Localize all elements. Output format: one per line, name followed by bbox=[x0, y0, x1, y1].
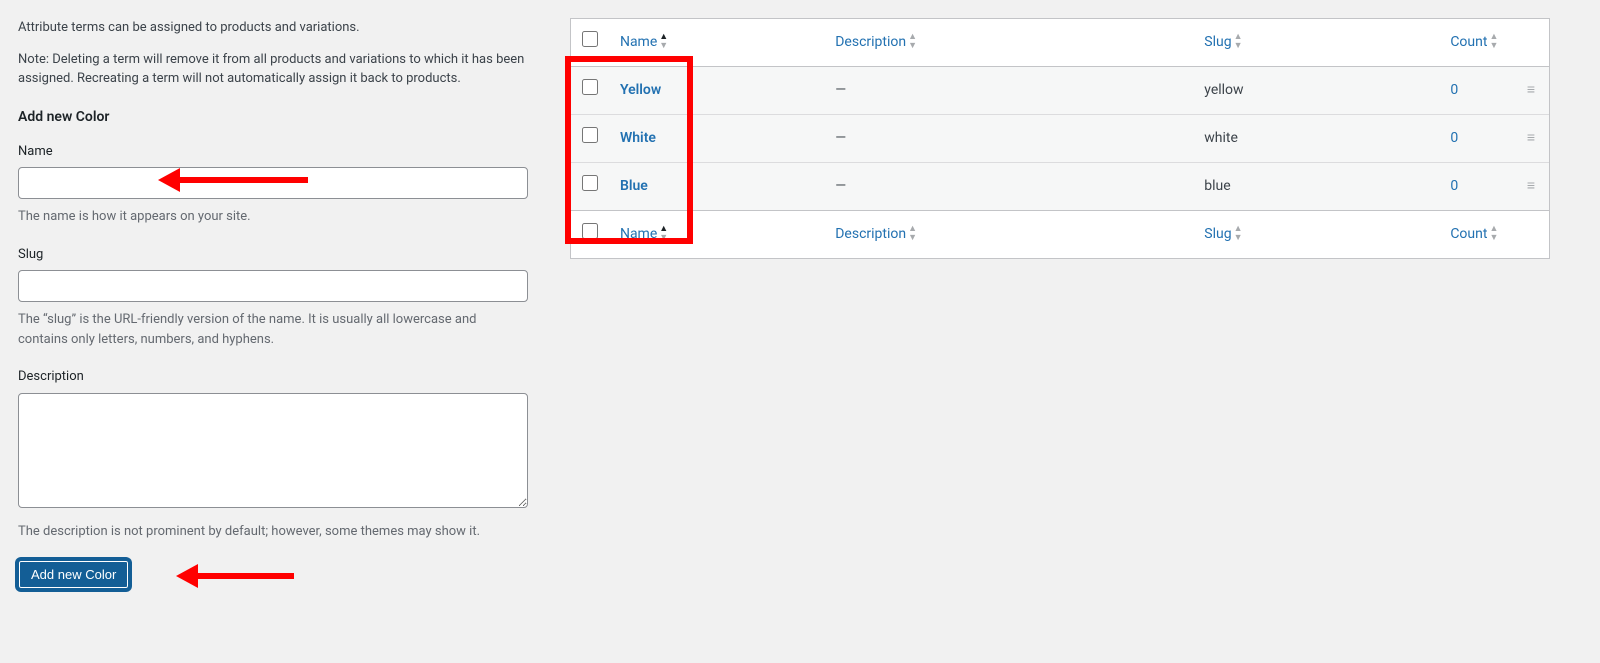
slug-label: Slug bbox=[18, 245, 528, 265]
term-slug: white bbox=[1194, 114, 1440, 162]
add-term-form-panel: Attribute terms can be assigned to produ… bbox=[18, 18, 528, 589]
sort-icon: ▲▼ bbox=[1234, 33, 1243, 51]
term-description: — bbox=[825, 162, 1194, 210]
term-count-link[interactable]: 0 bbox=[1450, 178, 1458, 194]
drag-handle-icon[interactable]: ≡ bbox=[1527, 178, 1535, 194]
drag-handle-icon[interactable]: ≡ bbox=[1527, 82, 1535, 98]
slug-help: The “slug” is the URL-friendly version o… bbox=[18, 310, 528, 349]
add-new-heading: Add new Color bbox=[18, 107, 528, 128]
term-description: — bbox=[825, 67, 1194, 114]
select-all-bottom-checkbox[interactable] bbox=[582, 223, 598, 239]
sort-icon: ▲▼ bbox=[908, 33, 917, 51]
intro-text-1: Attribute terms can be assigned to produ… bbox=[18, 18, 528, 38]
row-checkbox[interactable] bbox=[582, 175, 598, 191]
term-count-link[interactable]: 0 bbox=[1450, 130, 1458, 146]
slug-field-wrap: Slug The “slug” is the URL-friendly vers… bbox=[18, 245, 528, 350]
sort-icon: ▲▼ bbox=[659, 225, 668, 243]
name-field-wrap: Name The name is how it appears on your … bbox=[18, 142, 528, 227]
term-name-link[interactable]: White bbox=[620, 130, 656, 146]
terms-table-panel: Name▲▼ Description▲▼ Slug▲▼ Count▲▼ Yell… bbox=[570, 18, 1600, 259]
col-header-slug-top[interactable]: Slug▲▼ bbox=[1204, 34, 1242, 50]
col-header-count-top[interactable]: Count▲▼ bbox=[1450, 34, 1498, 50]
drag-handle-icon[interactable]: ≡ bbox=[1527, 130, 1535, 146]
description-label: Description bbox=[18, 367, 528, 387]
sort-icon: ▲▼ bbox=[908, 225, 917, 243]
name-label: Name bbox=[18, 142, 528, 162]
col-header-slug-bottom[interactable]: Slug▲▼ bbox=[1204, 226, 1242, 242]
name-input[interactable] bbox=[18, 167, 528, 199]
intro-text-2: Note: Deleting a term will remove it fro… bbox=[18, 50, 528, 89]
term-slug: yellow bbox=[1194, 67, 1440, 114]
sort-icon: ▲▼ bbox=[1489, 33, 1498, 51]
term-description: — bbox=[825, 114, 1194, 162]
slug-input[interactable] bbox=[18, 270, 528, 302]
term-name-link[interactable]: Yellow bbox=[620, 82, 661, 98]
table-row: White — white 0 ≡ bbox=[571, 114, 1549, 162]
description-textarea[interactable] bbox=[18, 393, 528, 508]
col-header-description-bottom[interactable]: Description▲▼ bbox=[835, 226, 917, 242]
term-count-link[interactable]: 0 bbox=[1450, 82, 1458, 98]
sort-icon: ▲▼ bbox=[1234, 225, 1243, 243]
description-field-wrap: Description The description is not promi… bbox=[18, 367, 528, 542]
table-row: Blue — blue 0 ≡ bbox=[571, 162, 1549, 210]
sort-icon: ▲▼ bbox=[659, 33, 668, 51]
term-name-link[interactable]: Blue bbox=[620, 178, 648, 194]
col-header-name-bottom[interactable]: Name▲▼ bbox=[620, 226, 668, 242]
col-header-name-top[interactable]: Name▲▼ bbox=[620, 34, 668, 50]
col-header-count-bottom[interactable]: Count▲▼ bbox=[1450, 226, 1498, 242]
term-slug: blue bbox=[1194, 162, 1440, 210]
name-help: The name is how it appears on your site. bbox=[18, 207, 528, 227]
col-header-description-top[interactable]: Description▲▼ bbox=[835, 34, 917, 50]
sort-icon: ▲▼ bbox=[1489, 225, 1498, 243]
table-row: Yellow — yellow 0 ≡ bbox=[571, 67, 1549, 114]
description-help: The description is not prominent by defa… bbox=[18, 522, 528, 542]
row-checkbox[interactable] bbox=[582, 79, 598, 95]
add-new-color-button[interactable]: Add new Color bbox=[18, 560, 129, 589]
select-all-top-checkbox[interactable] bbox=[582, 31, 598, 47]
terms-table: Name▲▼ Description▲▼ Slug▲▼ Count▲▼ Yell… bbox=[570, 18, 1550, 259]
row-checkbox[interactable] bbox=[582, 127, 598, 143]
